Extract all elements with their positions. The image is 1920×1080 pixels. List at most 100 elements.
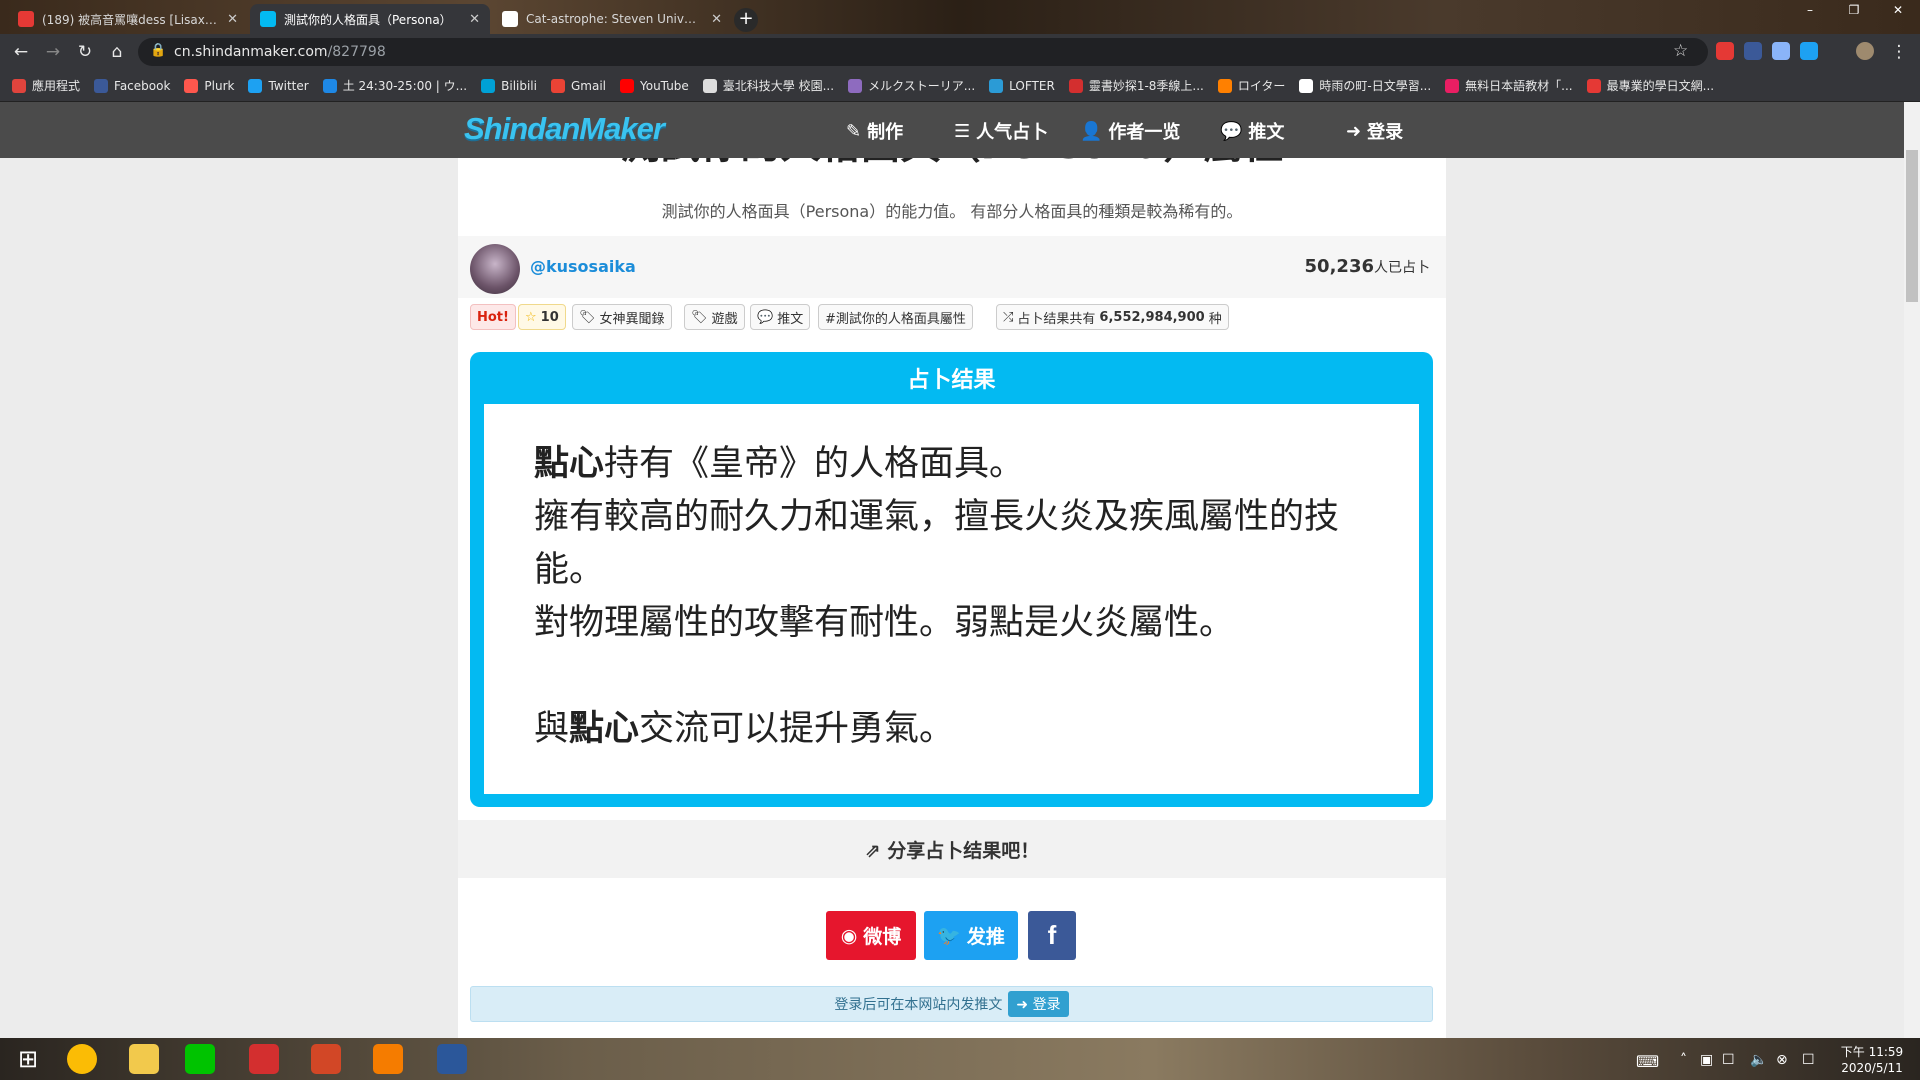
hashtag-tag[interactable]: #測試你的人格面具屬性 (818, 304, 973, 330)
browser-tab-3[interactable]: Cat-astrophe: Steven Universe ✕ (492, 4, 732, 34)
windows-icon: ⊞ (17, 1045, 39, 1073)
avatar[interactable] (470, 244, 520, 294)
new-tab-button[interactable]: + (734, 8, 758, 32)
notification-icon[interactable]: ☐ (1802, 1052, 1815, 1068)
shuffle-icon: ⤮ (1003, 309, 1014, 325)
tab-favicon-icon (260, 11, 276, 27)
address-bar[interactable]: 🔒 cn.shindanmaker.com/827798 ☆ (138, 38, 1708, 66)
close-icon[interactable]: ✕ (469, 12, 480, 27)
taskbar-clock[interactable]: 下午 11:59 2020/5/11 (1830, 1044, 1914, 1076)
site-header: ShindanMaker ✎ 制作 ☰ 人气占卜 👤 作者一览 💬 推文 ➜ 登录 (0, 102, 1904, 158)
tray-chevron-icon[interactable]: ˄ (1680, 1052, 1687, 1068)
favorite-button[interactable]: ☆ 10 (518, 304, 566, 330)
home-icon[interactable]: ⌂ (104, 40, 130, 64)
result-header: 占卜结果 (907, 368, 996, 393)
login-button[interactable]: ➜ 登录 (1008, 991, 1069, 1017)
bookmark-schedule[interactable]: 土 24:30-25:00 | ウ... (322, 77, 467, 94)
apps-icon (12, 78, 26, 93)
r-extension-icon[interactable] (1800, 42, 1818, 60)
maximize-button[interactable]: ❐ (1832, 0, 1876, 24)
list-icon: ☰ (954, 120, 971, 142)
twitter-icon: 🐦 (937, 925, 961, 947)
tab-title: (189) 被高音罵嚷dess [Lisax302 (42, 12, 220, 27)
line-icon (185, 1044, 215, 1074)
site-logo[interactable]: ShindanMaker (464, 111, 665, 147)
bookmark-plurk[interactable]: Plurk (184, 78, 234, 93)
tag-game[interactable]: 🏷 遊戲 (684, 304, 745, 330)
tag-icon: 🏷 (691, 309, 708, 325)
book-icon (1445, 78, 1460, 93)
nav-create[interactable]: ✎ 制作 (846, 118, 903, 144)
close-icon[interactable]: ✕ (711, 12, 722, 27)
bookmark-twitter[interactable]: Twitter (248, 78, 309, 93)
input-method-icon[interactable]: ⊗ (1776, 1052, 1788, 1068)
menu-icon[interactable]: ⋮ (1886, 40, 1912, 64)
bookmark-gmail[interactable]: Gmail (550, 78, 606, 93)
back-icon[interactable]: ← (8, 40, 34, 64)
nav-authors[interactable]: 👤 作者一览 (1080, 118, 1180, 144)
close-window-button[interactable]: ✕ (1876, 0, 1920, 24)
tweet-share-button[interactable]: 🐦 发推 (924, 911, 1018, 960)
taskbar-media-player[interactable] (360, 1040, 416, 1078)
start-button[interactable]: ⊞ (0, 1040, 56, 1078)
bookmark-icon (322, 78, 337, 93)
bookmark-bilibili[interactable]: Bilibili (481, 78, 537, 93)
bookmark-apps[interactable]: 應用程式 (12, 77, 80, 94)
keyboard-icon[interactable]: ⌨ (1636, 1052, 1659, 1071)
reload-icon[interactable]: ↻ (72, 40, 98, 64)
taskbar-powerpoint[interactable] (298, 1040, 354, 1078)
scrollbar-thumb[interactable] (1906, 150, 1918, 302)
cloud-extension-icon[interactable] (1772, 42, 1790, 60)
star-icon[interactable]: ☆ (1673, 41, 1688, 61)
url-host: cn.shindanmaker.com (174, 44, 328, 60)
network-icon[interactable]: ☐ (1722, 1052, 1735, 1068)
extension-icon[interactable] (1744, 42, 1762, 60)
result-line-2: 擁有較高的耐久力和運氣，擅長火炎及疾風屬性的技能。 (534, 497, 1340, 590)
bookmark-japanese-free[interactable]: 無料日本語教材「... (1445, 77, 1573, 94)
folder-icon (129, 1044, 159, 1074)
taskbar-word[interactable] (424, 1040, 480, 1078)
forward-icon[interactable]: → (40, 40, 66, 64)
bookmark-facebook[interactable]: Facebook (94, 78, 170, 93)
browser-toolbar: ← → ↻ ⌂ 🔒 cn.shindanmaker.com/827798 ☆ ⋮ (0, 34, 1920, 70)
taskbar-explorer[interactable] (116, 1040, 172, 1078)
taskbar-line[interactable] (172, 1040, 228, 1078)
browser-tab-1[interactable]: (189) 被高音罵嚷dess [Lisax302 ✕ (8, 4, 248, 34)
adblock-extension-icon[interactable] (1716, 42, 1734, 60)
bookmark-lofter[interactable]: LOFTER (989, 78, 1055, 93)
tray-app-icon[interactable]: ▣ (1700, 1052, 1713, 1068)
combination-count: ⤮ 占卜结果共有 6,552,984,900 种 (996, 304, 1229, 330)
hot-badge: Hot! (470, 304, 516, 330)
bookmark-merc[interactable]: メルクストーリア... (848, 77, 975, 94)
play-count: 50,236人已占卜 (1304, 256, 1430, 277)
facebook-share-button[interactable]: f (1028, 911, 1076, 960)
author-link[interactable]: @kusosaika (530, 257, 636, 276)
close-icon[interactable]: ✕ (227, 12, 238, 27)
tweet-list-button[interactable]: 💬 推文 (750, 304, 811, 330)
word-icon (437, 1044, 467, 1074)
share-heading: ⇗ 分享占卜结果吧！ (864, 840, 1040, 862)
weibo-icon: ◉ (840, 924, 858, 947)
taskbar-chrome[interactable] (54, 1040, 110, 1078)
weibo-share-button[interactable]: ◉ 微博 (826, 911, 916, 960)
volume-icon[interactable]: 🔈 (1750, 1052, 1767, 1068)
bookmark-shigure[interactable]: 時雨の町-日文學習... (1299, 77, 1431, 94)
tag-megami[interactable]: 🏷 女神異聞錄 (572, 304, 672, 330)
bookmark-drama[interactable]: 靈書妙探1-8季線上... (1068, 77, 1204, 94)
bookmark-japanese-pro[interactable]: 最專業的學日文網... (1586, 77, 1714, 94)
bookmark-reuters[interactable]: ロイター (1217, 77, 1285, 94)
bookmark-ntut[interactable]: 臺北科技大學 校園... (702, 77, 834, 94)
bookmark-youtube[interactable]: YouTube (620, 78, 689, 93)
nav-popular[interactable]: ☰ 人气占卜 (954, 118, 1048, 144)
minimize-button[interactable]: – (1788, 0, 1832, 24)
shindan-description: 測試你的人格面具（Persona）的能力值。 有部分人格面具的種類是較為稀有的。 (661, 202, 1243, 221)
tab-title: Cat-astrophe: Steven Universe (526, 12, 704, 26)
tab-title: 測試你的人格面具（Persona） (284, 12, 452, 27)
taskbar-garena[interactable] (236, 1040, 292, 1078)
profile-avatar[interactable] (1856, 42, 1874, 60)
browser-tab-2[interactable]: 測試你的人格面具（Persona） ✕ (250, 4, 490, 34)
nav-tweets[interactable]: 💬 推文 (1220, 118, 1284, 144)
nav-login[interactable]: ➜ 登录 (1346, 118, 1403, 144)
result-text: 點心持有《皇帝》的人格面具。 擁有較高的耐久力和運氣，擅長火炎及疾風屬性的技能。… (534, 438, 1394, 756)
user-icon: 👤 (1080, 120, 1103, 142)
